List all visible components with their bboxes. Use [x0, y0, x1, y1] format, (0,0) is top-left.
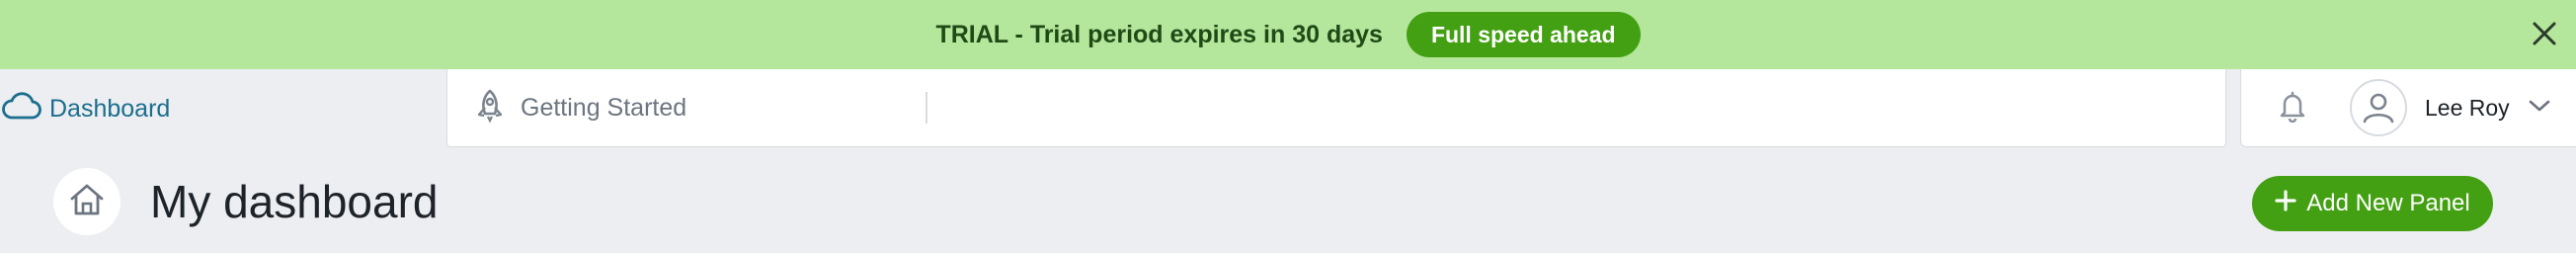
cloud-icon [2, 91, 41, 126]
user-area: Lee Roy [2240, 69, 2576, 147]
nav-dashboard-label: Dashboard [49, 94, 171, 123]
add-new-panel-button[interactable]: Add New Panel [2252, 176, 2493, 231]
chevron-down-icon[interactable] [2528, 98, 2551, 119]
trial-banner-text: TRIAL - Trial period expires in 30 days [935, 21, 1382, 49]
user-name[interactable]: Lee Roy [2425, 95, 2510, 122]
add-new-panel-label: Add New Panel [2306, 190, 2470, 216]
tab-divider [926, 92, 927, 124]
getting-started-label: Getting Started [521, 93, 687, 122]
home-icon [68, 182, 106, 222]
trial-banner: TRIAL - Trial period expires in 30 days … [0, 0, 2576, 69]
page-title: My dashboard [150, 176, 439, 227]
close-icon[interactable] [2527, 16, 2562, 51]
trial-days: 30 days [1292, 20, 1383, 48]
rocket-icon [473, 88, 507, 128]
plus-icon [2275, 189, 2296, 218]
nav-dashboard[interactable]: Dashboard [0, 69, 446, 148]
trial-message: TRIAL - Trial period expires in [935, 20, 1293, 48]
home-button[interactable] [53, 168, 121, 235]
nav-tab-bar: Getting Started [446, 69, 2226, 147]
user-avatar-icon[interactable] [2350, 79, 2407, 136]
bell-icon[interactable] [2277, 89, 2308, 127]
getting-started-link[interactable]: Getting Started [447, 69, 926, 146]
full-speed-ahead-button[interactable]: Full speed ahead [1406, 12, 1641, 57]
top-navigation: Dashboard Getting Started Lee Roy [0, 69, 2576, 148]
